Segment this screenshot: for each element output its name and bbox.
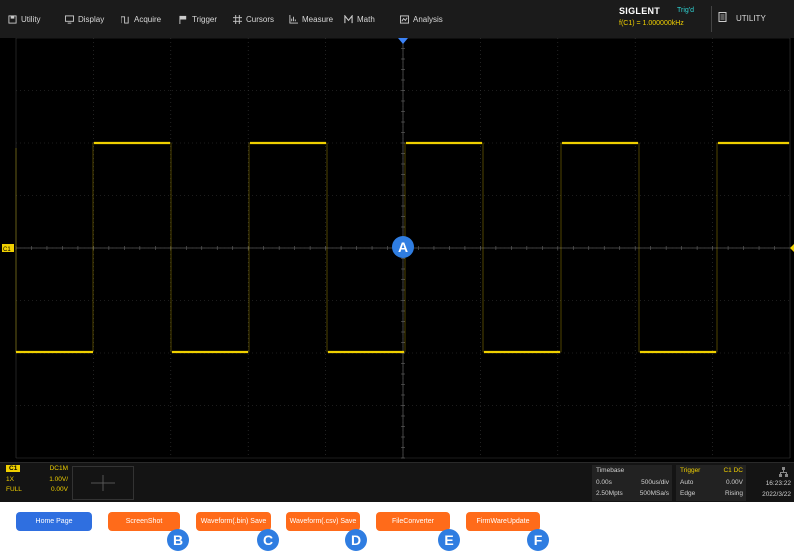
menu-label: Cursors	[246, 14, 275, 24]
menu-acquire[interactable]: Acquire	[121, 12, 161, 26]
firmware-update-button[interactable]: FirmWareUpdate	[466, 512, 540, 531]
trigger-level-marker	[790, 244, 794, 252]
monitor-icon	[65, 14, 74, 24]
cursors-icon	[233, 14, 242, 24]
clock-time: 16:23:22	[765, 480, 791, 487]
status-bar: C1 DC1M 1X 1.00V/ FULL 0.00V Timebase 0.…	[0, 462, 794, 503]
trigger-status: Trig'd	[677, 7, 695, 14]
menu-trigger[interactable]: Trigger	[179, 12, 217, 26]
waveform-csv-save-button[interactable]: Waveform(.csv) Save	[286, 512, 360, 531]
trigger-slope: Rising	[724, 490, 743, 497]
menu-label: Trigger	[192, 14, 218, 24]
analysis-icon	[400, 14, 409, 24]
top-menu-bar: Utility Display Acquire Trigger Cursors …	[0, 0, 794, 39]
menu-label: Acquire	[134, 14, 162, 24]
soft-key-bar: Home Page ScreenShot Waveform(.bin) Save…	[0, 502, 794, 551]
channel-coupling: DC1M	[49, 465, 68, 472]
waveform-bin-save-button[interactable]: Waveform(.bin) Save	[196, 512, 271, 531]
add-channel-area[interactable]	[72, 466, 134, 500]
trigger-title: Trigger	[680, 467, 701, 474]
crosshair-icon	[91, 475, 115, 491]
menu-cursors[interactable]: Cursors	[233, 12, 274, 26]
trigger-level: 0.00V	[726, 479, 743, 486]
file-converter-button[interactable]: FileConverter	[376, 512, 450, 531]
menu-label: Utility	[21, 14, 41, 24]
menu-display[interactable]: Display	[65, 12, 104, 26]
menu-label: Measure	[302, 14, 334, 24]
save-icon	[8, 14, 17, 24]
clock: 16:23:22 2022/3/22	[750, 465, 794, 501]
screenshot-button[interactable]: ScreenShot	[108, 512, 180, 531]
home-page-button[interactable]: Home Page	[16, 512, 92, 531]
menu-label: Analysis	[413, 14, 443, 24]
trigger-panel[interactable]: Trigger C1 DC Auto 0.00V Edge Rising	[676, 465, 746, 501]
trigger-position-marker	[398, 38, 408, 44]
callout-a: A	[392, 236, 414, 258]
trigger-type: Edge	[680, 490, 696, 497]
channel-marker-label: C1	[3, 247, 11, 253]
channel-info[interactable]: C1 DC1M 1X 1.00V/ FULL 0.00V	[6, 465, 68, 499]
math-icon	[344, 14, 353, 23]
measure-icon	[289, 14, 298, 24]
flag-icon	[179, 15, 187, 24]
channel-bandwidth: FULL	[6, 486, 22, 493]
clock-date: 2022/3/22	[762, 491, 791, 498]
utility-title[interactable]: UTILITY	[736, 14, 766, 23]
divider	[711, 6, 712, 32]
channel-offset: 0.00V	[51, 486, 68, 493]
timebase-sample-rate: 500MSa/s	[639, 490, 669, 497]
trigger-source: C1 DC	[723, 467, 743, 474]
frequency-readout: f(C1) = 1.000000kHz	[619, 20, 684, 27]
menu-analysis[interactable]: Analysis	[400, 12, 443, 26]
channel-probe: 1X	[6, 476, 14, 483]
callout-b: B	[167, 529, 189, 551]
channel-tag: C1	[6, 465, 21, 472]
callout-e: E	[438, 529, 460, 551]
file-icon	[718, 12, 727, 22]
menu-label: Math	[357, 14, 375, 24]
menu-measure[interactable]: Measure	[289, 12, 333, 26]
brand-logo: SIGLENT	[619, 6, 661, 16]
timebase-delay: 0.00s	[596, 479, 612, 486]
timebase-panel[interactable]: Timebase 0.00s 500us/div 2.50Mpts 500MSa…	[592, 465, 672, 501]
trigger-mode: Auto	[680, 479, 694, 486]
callout-f: F	[527, 529, 549, 551]
timebase-title: Timebase	[596, 467, 625, 474]
acquire-icon	[121, 15, 129, 24]
callout-d: D	[345, 529, 367, 551]
network-icon	[779, 467, 788, 477]
menu-utility[interactable]: Utility	[8, 12, 41, 26]
menu-math[interactable]: Math	[344, 12, 375, 26]
menu-label: Display	[78, 14, 105, 24]
channel-scale: 1.00V/	[49, 476, 68, 483]
callout-c: C	[257, 529, 279, 551]
timebase-scale: 500us/div	[641, 479, 669, 486]
timebase-memory: 2.50Mpts	[596, 490, 623, 497]
